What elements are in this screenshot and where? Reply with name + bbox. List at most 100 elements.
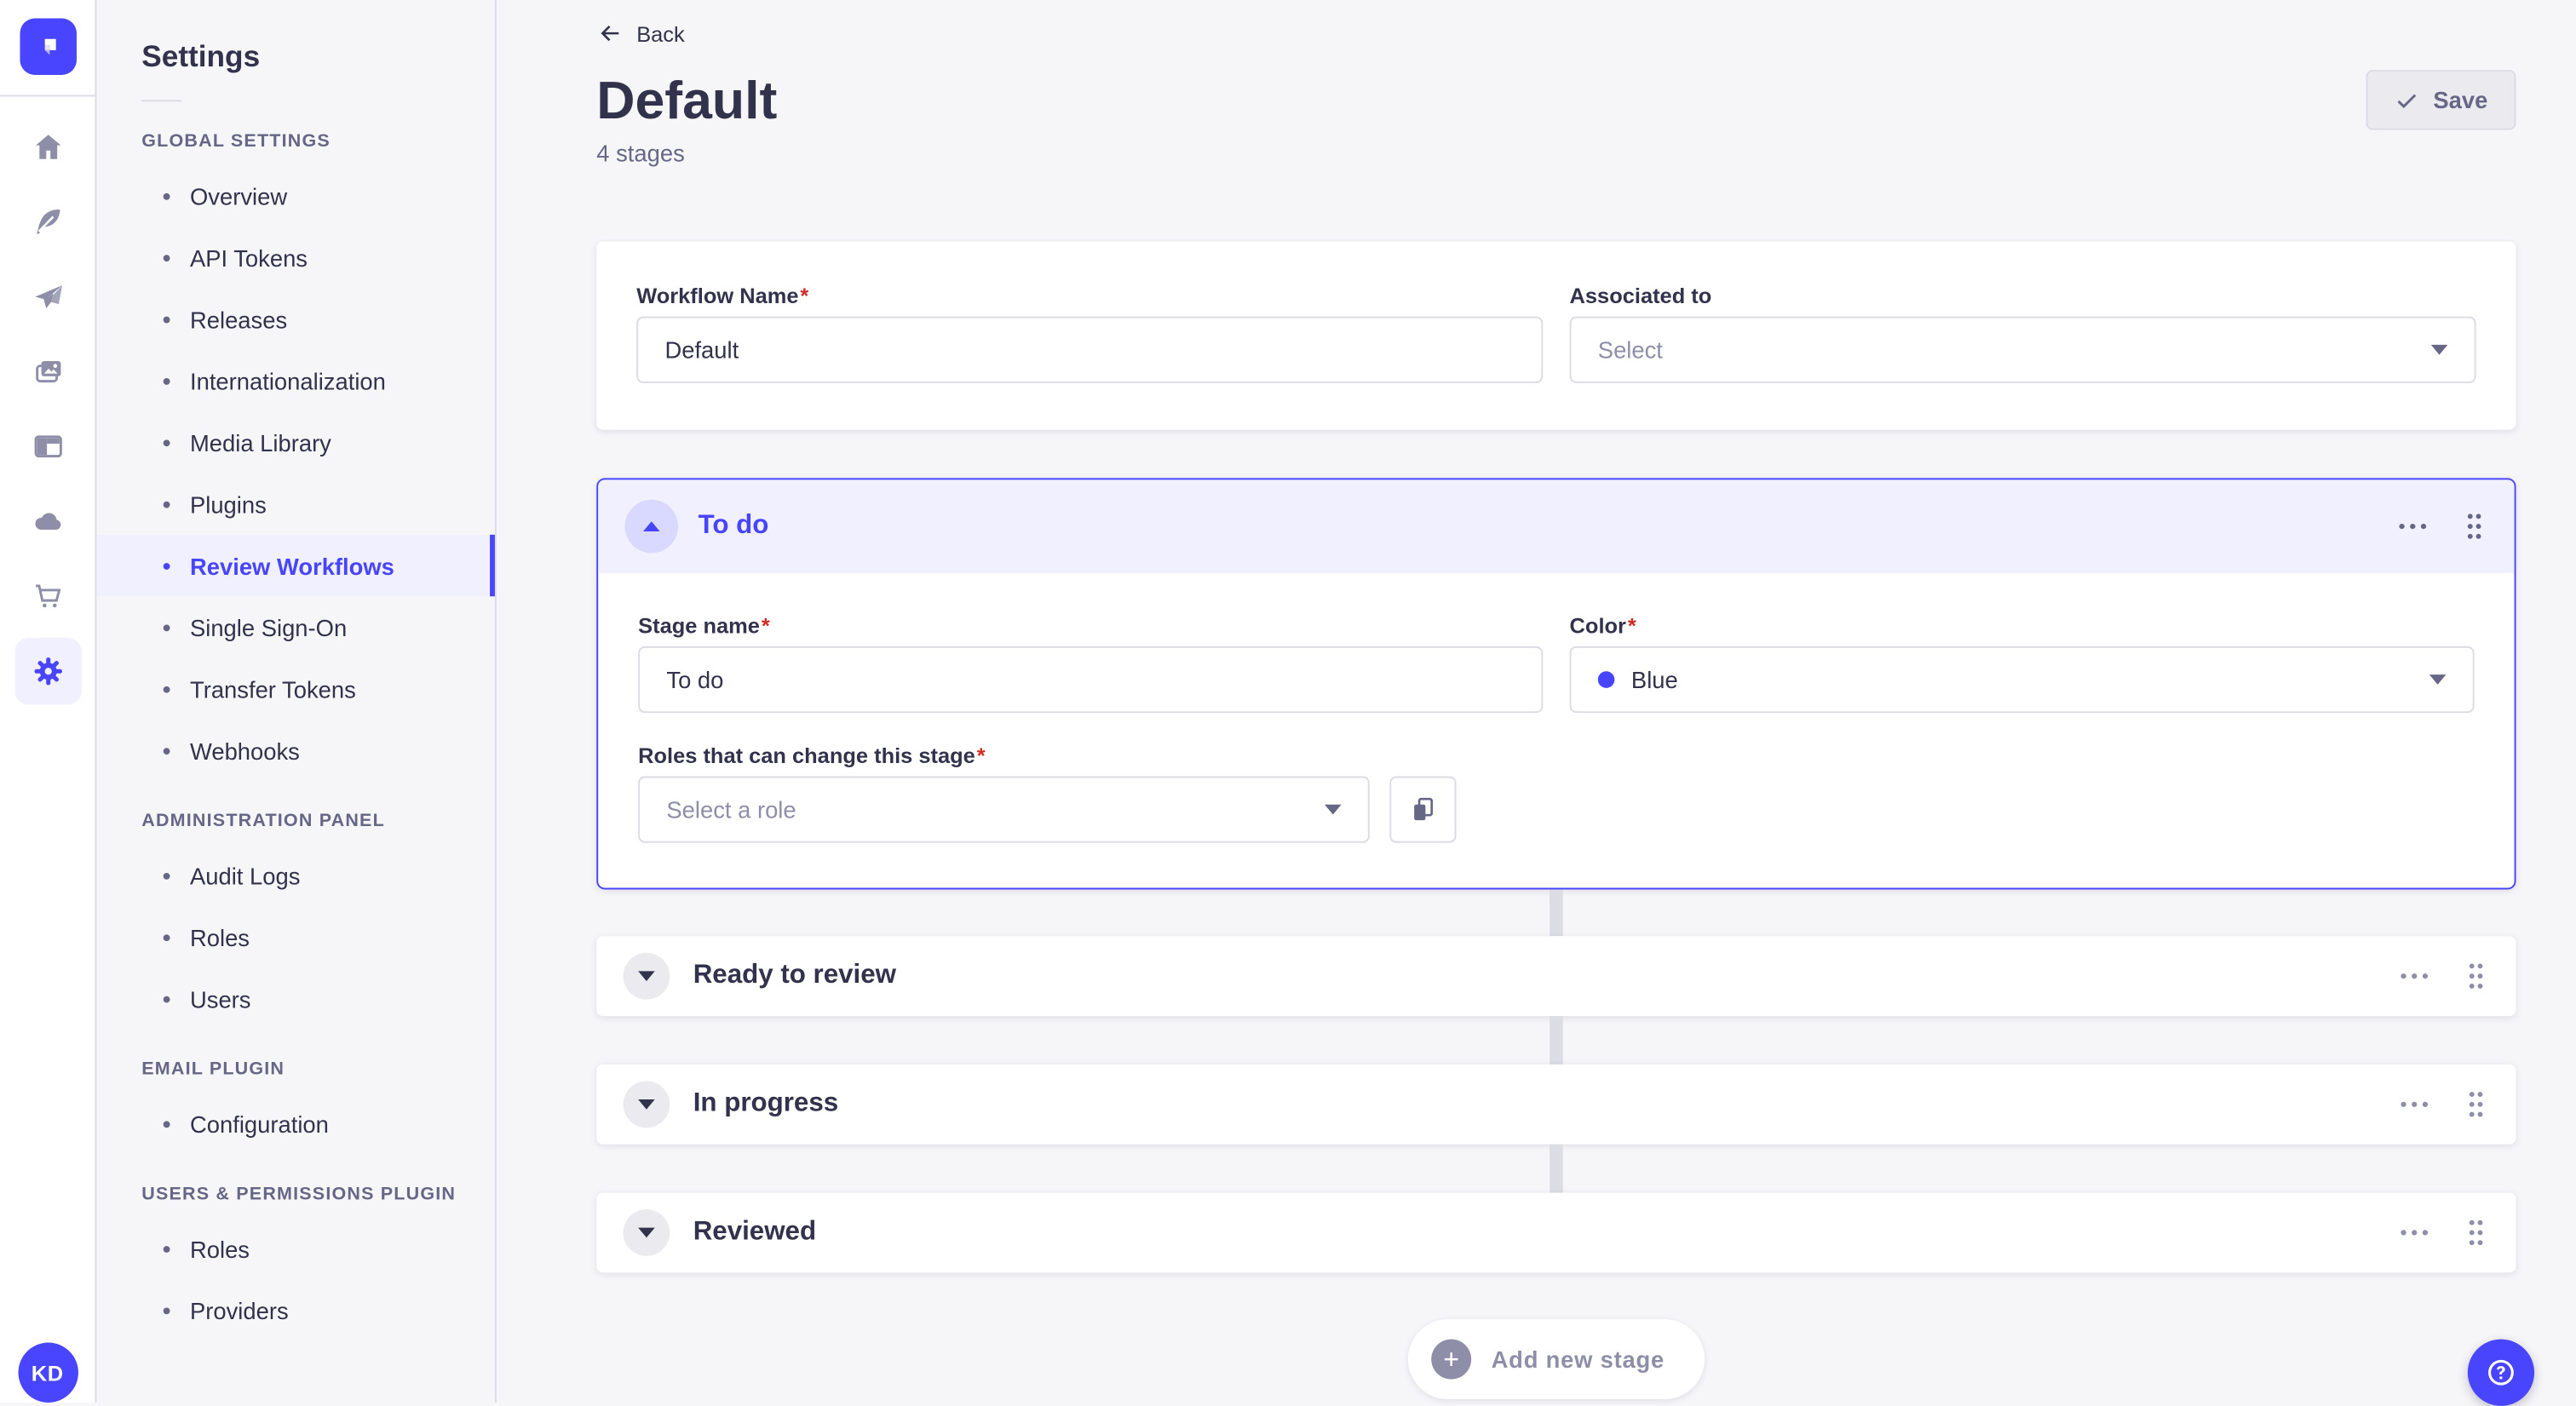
back-link[interactable]: Back <box>596 20 685 46</box>
bullet-icon <box>163 995 170 1002</box>
stage-roles-placeholder: Select a role <box>666 795 796 824</box>
stage-roles-select[interactable]: Select a role <box>638 776 1370 843</box>
collapse-stage-button[interactable] <box>624 499 679 554</box>
stage-roles-field: Roles that can change this stage * Select… <box>638 743 2475 843</box>
bullet-icon <box>163 254 170 261</box>
stage-name-input[interactable] <box>638 646 1544 714</box>
chevron-down-icon <box>2429 674 2447 685</box>
media-library-icon[interactable] <box>14 338 81 405</box>
stage-row-ready-to-review[interactable]: Ready to review <box>596 936 2516 1017</box>
required-mark: * <box>800 283 809 308</box>
ellipsis-icon <box>2401 1230 2429 1236</box>
sidebar-item-up-roles[interactable]: Roles <box>96 1218 494 1279</box>
sidebar-item-label: Releases <box>189 305 288 333</box>
stage-color-select[interactable]: Blue <box>1569 646 2475 714</box>
bullet-icon <box>163 1306 170 1314</box>
bullet-icon <box>163 1245 170 1252</box>
associated-to-select[interactable]: Select <box>1569 316 2476 383</box>
required-mark: * <box>976 743 986 768</box>
stage-row-in-progress[interactable]: In progress <box>596 1064 2516 1145</box>
sidebar-item-releases[interactable]: Releases <box>96 288 494 349</box>
stage-options-button[interactable] <box>2395 518 2431 535</box>
stage-options-button[interactable] <box>2396 1096 2433 1113</box>
sidebar-item-media-library[interactable]: Media Library <box>96 411 494 473</box>
bullet-icon <box>163 623 170 631</box>
sidebar-item-internationalization[interactable]: Internationalization <box>96 350 494 411</box>
sidebar-item-admin-roles[interactable]: Roles <box>96 906 494 967</box>
stage-drag-handle[interactable] <box>2463 1086 2489 1122</box>
bullet-icon <box>163 439 170 446</box>
chevron-down-icon <box>1325 804 1342 815</box>
releases-paper-plane-icon[interactable] <box>14 263 81 330</box>
sidebar-item-label: Roles <box>189 923 250 950</box>
drag-handle-icon <box>2469 1219 2483 1246</box>
expand-stage-button[interactable] <box>623 1209 670 1256</box>
sidebar-item-label: Transfer Tokens <box>189 675 356 703</box>
sidebar-item-webhooks[interactable]: Webhooks <box>96 720 494 781</box>
settings-gear-icon[interactable] <box>14 638 81 705</box>
workflow-name-field: Workflow Name * <box>636 283 1544 383</box>
bullet-icon <box>163 377 170 384</box>
chevron-down-icon <box>2430 344 2448 355</box>
sidebar-item-overview[interactable]: Overview <box>96 165 494 227</box>
check-icon <box>2398 93 2417 108</box>
user-avatar[interactable]: KD <box>17 1342 78 1403</box>
sidebar-item-label: Internationalization <box>189 367 386 394</box>
stage-row-reviewed[interactable]: Reviewed <box>596 1192 2516 1273</box>
sidebar-item-admin-users[interactable]: Users <box>96 967 494 1029</box>
stage-options-button[interactable] <box>2396 1225 2433 1242</box>
home-icon[interactable] <box>14 113 81 180</box>
workflow-form-panel: Workflow Name* Associated to Select <box>596 241 2516 430</box>
stage-name-label: Stage name * <box>638 612 770 639</box>
sidebar-item-up-providers[interactable]: Providers <box>96 1279 494 1340</box>
bullet-icon <box>163 315 170 323</box>
required-mark: * <box>1627 612 1636 639</box>
bullet-icon <box>163 192 170 199</box>
stage-drag-handle[interactable] <box>2461 508 2487 545</box>
bullet-icon <box>163 685 170 692</box>
drag-handle-icon <box>2469 963 2483 989</box>
sidebar-item-api-tokens[interactable]: API Tokens <box>96 227 494 288</box>
sidebar-item-audit-logs[interactable]: Audit Logs <box>96 845 494 906</box>
ellipsis-icon <box>2401 973 2429 979</box>
add-new-stage-button[interactable]: Add new stage <box>1407 1319 1705 1400</box>
sidebar-item-review-workflows[interactable]: Review Workflows <box>96 534 495 597</box>
stage-connector <box>1550 1144 1563 1193</box>
save-button[interactable]: Save <box>2366 70 2516 130</box>
sidebar-item-label: Plugins <box>189 491 267 518</box>
stage-options-button[interactable] <box>2396 967 2433 984</box>
section-label-global-settings: GLOBAL SETTINGS <box>141 131 331 152</box>
associated-to-placeholder: Select <box>1597 336 1663 364</box>
strapi-logo[interactable] <box>19 18 76 76</box>
sidebar-item-plugins[interactable]: Plugins <box>96 473 494 535</box>
sidebar-item-single-sign-on[interactable]: Single Sign-On <box>96 596 494 657</box>
required-mark: * <box>761 612 770 639</box>
deploy-cloud-icon[interactable] <box>14 488 81 554</box>
settings-subnav: Settings GLOBAL SETTINGS Overview API To… <box>96 0 497 1403</box>
stage-title: In progress <box>693 1089 839 1118</box>
sidebar-item-transfer-tokens[interactable]: Transfer Tokens <box>96 658 494 720</box>
apply-to-all-stages-button[interactable] <box>1389 776 1457 843</box>
stage-drag-handle[interactable] <box>2463 958 2489 995</box>
chevron-down-icon <box>638 1099 655 1110</box>
stage-title: To do <box>698 511 769 540</box>
bullet-icon <box>163 500 170 508</box>
stage-drag-handle[interactable] <box>2463 1214 2489 1251</box>
strapi-logo-glyph <box>43 38 55 55</box>
ellipsis-icon <box>2399 523 2427 530</box>
help-button[interactable] <box>2467 1339 2535 1406</box>
marketplace-cart-icon[interactable] <box>14 563 81 629</box>
drag-handle-icon <box>2467 514 2481 539</box>
stage-color-value: Blue <box>1630 666 1678 693</box>
main-nav-rail: KD <box>0 0 97 1403</box>
drag-handle-icon <box>2469 1092 2483 1117</box>
stage-header-todo[interactable]: To do <box>598 479 2515 573</box>
expand-stage-button[interactable] <box>623 952 670 1000</box>
content-manager-feather-icon[interactable] <box>14 188 81 255</box>
expand-stage-button[interactable] <box>623 1081 670 1128</box>
content-type-builder-layout-icon[interactable] <box>14 413 81 479</box>
workflow-name-input[interactable] <box>636 316 1544 383</box>
associated-to-label: Associated to <box>1569 283 1712 308</box>
sidebar-item-email-configuration[interactable]: Configuration <box>96 1093 494 1154</box>
bullet-icon <box>163 1120 170 1128</box>
